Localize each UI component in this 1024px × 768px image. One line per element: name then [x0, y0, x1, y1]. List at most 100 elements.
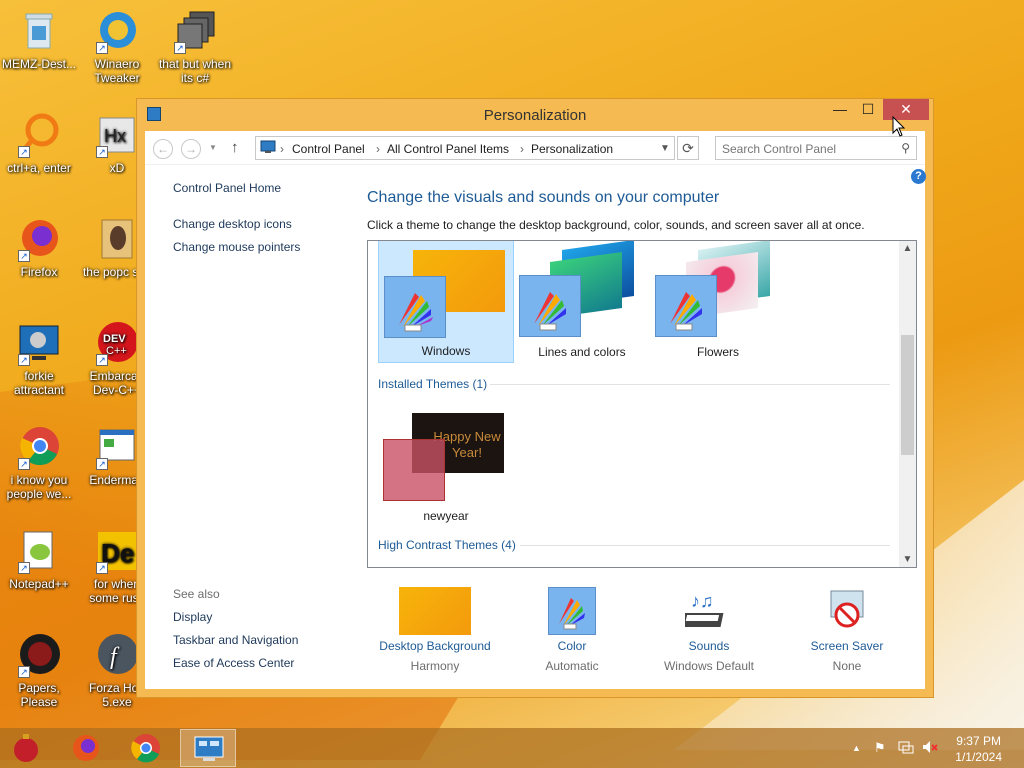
theme-list: Windows Lines and colors Flowers Install… [367, 240, 917, 568]
theme-windows[interactable]: Windows [378, 241, 514, 363]
theme-newyear[interactable]: Happy New Year! newyear [378, 403, 514, 527]
show-hidden-icons-button[interactable]: ▲ [852, 743, 861, 753]
taskbar-navigation-link[interactable]: Taskbar and Navigation [173, 633, 298, 647]
de-logo-icon: De ↗ [94, 528, 140, 574]
shortcut-arrow-icon: ↗ [18, 354, 30, 366]
close-button[interactable]: ✕ [883, 99, 929, 120]
search-ring-icon: ↗ [16, 112, 62, 158]
help-icon[interactable]: ? [911, 169, 926, 184]
desktop-icon-label: Papers, Please [18, 681, 60, 709]
section-header-label: Installed Themes (1) [378, 377, 488, 391]
installed-themes-header[interactable]: Installed Themes (1) [378, 377, 890, 391]
shortcut-arrow-icon: ↗ [18, 146, 30, 158]
color-palette-icon [655, 275, 717, 337]
stacked-windows-icon: ↗ [172, 8, 218, 54]
theme-list-scrollbar[interactable]: ▲ ▼ [899, 241, 916, 567]
monitor-gear-icon: ↗ [16, 320, 62, 366]
search-box[interactable]: ⚲ [715, 136, 917, 160]
display-link[interactable]: Display [173, 610, 298, 624]
personalization-window: Personalization — ☐ ✕ ← → ▼ ↑ › Control … [136, 98, 934, 698]
scroll-down-icon[interactable]: ▼ [899, 554, 916, 565]
recycle-bin-icon [16, 8, 62, 54]
desktop-icon-that-but-when[interactable]: ↗ that but when its c# [156, 8, 234, 85]
desktop-icon-label: Winaero Tweaker [94, 57, 140, 85]
control-panel-home-link[interactable]: Control Panel Home [173, 181, 300, 195]
section-divider [520, 545, 890, 546]
chevron-down-icon[interactable]: ▼ [660, 143, 670, 154]
search-icon[interactable]: ⚲ [901, 141, 910, 155]
sounds-setting[interactable]: ♪♫ Sounds Windows Default [649, 587, 769, 673]
breadcrumb-all-items[interactable]: All Control Panel Items [387, 142, 509, 156]
theme-color-swatch [383, 439, 445, 501]
desktop-icon-label: that but when its c# [158, 57, 232, 85]
breadcrumb-personalization[interactable]: Personalization [531, 142, 613, 156]
mouse-cursor-icon [892, 115, 906, 141]
desktop-icon-chrome[interactable]: ↗ i know you people we... [0, 424, 78, 501]
papers-please-icon: ↗ [16, 632, 62, 678]
desktop-icon-notepadpp[interactable]: ↗ Notepad++ [0, 528, 78, 591]
recent-locations-chevron-icon[interactable]: ▼ [209, 143, 217, 152]
change-desktop-icons-link[interactable]: Change desktop icons [173, 217, 300, 231]
ease-of-access-link[interactable]: Ease of Access Center [173, 656, 298, 670]
svg-text:C++: C++ [106, 345, 127, 357]
theme-label: Lines and colors [538, 345, 626, 359]
title-bar[interactable]: Personalization — ☐ ✕ [137, 99, 933, 131]
shortcut-arrow-icon: ↗ [96, 458, 108, 470]
desktop-icon-label: Firefox [20, 265, 58, 279]
setting-name: Screen Saver [810, 639, 884, 653]
desktop-icon-label: forkie attractant [13, 369, 65, 397]
taskbar-control-panel[interactable] [180, 729, 236, 767]
devcpp-icon: DEV C++ ↗ [94, 320, 140, 366]
taskbar-firefox[interactable] [58, 729, 114, 767]
desktop-background-setting[interactable]: Desktop Background Harmony [375, 587, 495, 673]
window-title: Personalization [483, 107, 587, 124]
action-center-flag-icon[interactable]: ⚑ [874, 740, 886, 756]
shortcut-arrow-icon: ↗ [96, 354, 108, 366]
desktop-icon-ctrl-a[interactable]: ↗ ctrl+a, enter [0, 112, 78, 175]
clock-date: 1/1/2024 [955, 750, 1002, 764]
color-setting[interactable]: Color Automatic [512, 587, 632, 673]
address-bar[interactable]: › Control Panel › All Control Panel Item… [255, 136, 675, 160]
setting-value: Automatic [545, 659, 599, 673]
network-icon[interactable] [898, 740, 914, 757]
screen-saver-setting[interactable]: Screen Saver None [787, 587, 907, 673]
breadcrumb-separator-icon: › [520, 142, 524, 156]
theme-lines-and-colors[interactable]: Lines and colors [514, 241, 650, 363]
desktop-icon-firefox[interactable]: ↗ Firefox [0, 216, 78, 279]
svg-text:♪♫: ♪♫ [691, 591, 714, 611]
refresh-button[interactable]: ⟳ [677, 136, 699, 160]
volume-muted-icon[interactable] [922, 740, 938, 757]
taskbar: ▲ ⚑ 9:37 PM 1/1/2024 [0, 728, 1024, 768]
up-button[interactable]: ↑ [231, 139, 239, 156]
page-description: Click a theme to change the desktop back… [367, 218, 865, 232]
minimize-button[interactable]: — [825, 99, 855, 120]
shortcut-arrow-icon: ↗ [174, 42, 186, 54]
theme-flowers[interactable]: Flowers [650, 241, 786, 363]
desktop-icon-forkie[interactable]: ↗ forkie attractant [0, 320, 78, 397]
change-mouse-pointers-link[interactable]: Change mouse pointers [173, 240, 300, 254]
see-also-section: See also Display Taskbar and Navigation … [173, 587, 298, 670]
task-sidebar: Control Panel Home Change desktop icons … [173, 181, 300, 254]
section-divider [490, 384, 890, 385]
scroll-up-icon[interactable]: ▲ [899, 243, 916, 254]
desktop-icon-papers-please[interactable]: ↗ Papers, Please [0, 632, 78, 709]
desktop-icon-recycle-bin[interactable]: MEMZ-Dest... [0, 8, 78, 71]
forward-button[interactable]: → [181, 139, 201, 159]
theme-label: newyear [423, 509, 469, 523]
theme-label: Windows [421, 344, 471, 358]
search-input[interactable] [722, 139, 892, 159]
taskbar-app-ornament[interactable] [0, 729, 56, 767]
scrollbar-thumb[interactable] [901, 335, 914, 455]
system-clock[interactable]: 9:37 PM 1/1/2024 [955, 733, 1002, 765]
high-contrast-themes-header[interactable]: High Contrast Themes (4) [378, 538, 890, 552]
breadcrumb-control-panel[interactable]: Control Panel [292, 142, 365, 156]
breadcrumb-separator-icon: › [280, 142, 284, 156]
setting-name: Color [557, 639, 587, 653]
maximize-button[interactable]: ☐ [853, 99, 883, 120]
folder-icon [94, 216, 140, 262]
flash-icon: f [94, 632, 140, 678]
back-button[interactable]: ← [153, 139, 173, 159]
desktop-icon-winaero[interactable]: ↗ Winaero Tweaker [78, 8, 156, 85]
taskbar-chrome[interactable] [118, 729, 174, 767]
desktop-icon-label: MEMZ-Dest... [2, 57, 76, 71]
